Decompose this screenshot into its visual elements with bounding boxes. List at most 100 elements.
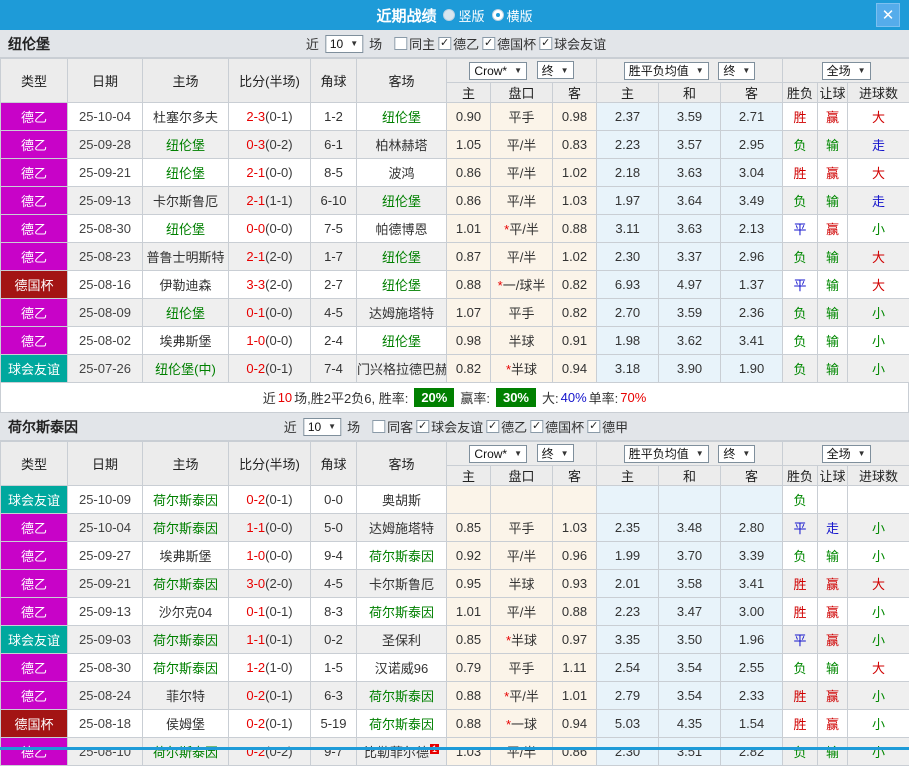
result-handicap-cell: 赢 [818,570,848,598]
avg-draw-cell: 3.59 [659,103,721,131]
close-icon: ✕ [882,6,895,24]
date-cell: 25-09-13 [68,187,143,215]
checkbox-icon: ✓ [482,37,495,50]
date-cell: 25-10-09 [68,486,143,514]
filter-checkbox-德乙[interactable]: ✓德乙 [438,34,479,53]
close-button[interactable]: ✕ [876,3,900,27]
layout-radio-horizontal[interactable]: 横版 [492,6,533,25]
avg-select-cell: 胜平负均值▼ 终▼ [597,59,783,83]
league-cell: 球会友谊 [1,626,68,654]
scope-select[interactable]: 全场▼ [822,445,871,463]
away-team-cell: 纽伦堡 [357,327,447,355]
fulltime-score: 0-3 [246,137,265,152]
result-wdl-cell: 负 [783,355,818,383]
team-name-text: 达姆施塔特 [369,306,434,321]
team-name-wrap: 荷尔斯泰因 [369,689,434,704]
avg-away-cell: 2.36 [721,299,783,327]
filter-checkbox-球会友谊[interactable]: ✓球会友谊 [539,34,606,53]
avg-select[interactable]: 胜平负均值▼ [624,62,709,80]
avg-final-select[interactable]: 终▼ [718,445,755,463]
col-header-home: 主场 [143,442,229,486]
halftime-score: (0-1) [265,492,292,507]
league-cell: 德国杯 [1,710,68,738]
away-team-cell: 达姆施塔特 [357,299,447,327]
team-name-wrap: 柏林赫塔 [375,138,427,153]
team-name-wrap: 纽伦堡 [166,306,205,321]
avg-select[interactable]: 胜平负均值▼ [624,445,709,463]
team-name-text: 荷尔斯泰因 [153,521,218,536]
select-value: 终 [723,62,735,79]
filter-checkbox-球会友谊[interactable]: ✓球会友谊 [416,417,483,436]
team-name-wrap: 荷尔斯泰因 [369,605,434,620]
handicap-cell: 平/半 [491,738,553,766]
avg-home-cell: 2.70 [597,299,659,327]
match-count-select[interactable]: 10 ▼ [325,35,363,53]
corner-cell: 8-3 [311,598,357,626]
corner-cell: 4-5 [311,570,357,598]
layout-radio-vertical[interactable]: 竖版 [443,6,484,25]
home-team-cell: 纽伦堡 [143,215,229,243]
team-name-text: 埃弗斯堡 [159,549,211,564]
select-value: 10 [330,37,343,51]
team-name-text: 纽伦堡(中) [155,362,216,377]
match-count-select[interactable]: 10▼ [303,418,341,436]
home-team-cell: 纽伦堡(中) [143,355,229,383]
score-cell: 1-0(0-0) [229,327,311,355]
avg-away-cell: 2.95 [721,131,783,159]
odds-away-cell: 1.03 [553,514,597,542]
avg-final-select[interactable]: 终▼ [718,62,755,80]
corner-cell: 1-5 [311,654,357,682]
fulltime-score: 1-2 [246,660,265,675]
odds-away-cell: 0.96 [553,542,597,570]
date-cell: 25-08-09 [68,299,143,327]
filter-checkbox-德国杯[interactable]: ✓德国杯 [482,34,536,53]
odds-final-select[interactable]: 终▼ [537,444,574,462]
dropdown-arrow-icon: ▼ [858,66,866,75]
avg-home-cell: 3.35 [597,626,659,654]
filter-suffix-label: 场 [369,34,382,53]
team-name-text: 荷尔斯泰因 [153,577,218,592]
dropdown-arrow-icon: ▼ [561,66,569,75]
filter-checkbox-同主[interactable]: 同主 [394,34,435,53]
odds-home-cell: 0.85 [447,626,491,654]
odds-source-select[interactable]: Crow*▼ [469,445,527,463]
fulltime-score: 0-2 [246,716,265,731]
avg-home-cell: 2.79 [597,682,659,710]
fulltime-score: 1-1 [246,520,265,535]
away-team-cell: 荷尔斯泰因 [357,710,447,738]
dropdown-arrow-icon: ▼ [350,39,358,48]
league-cell: 德国杯 [1,271,68,299]
team-name-wrap: 波鸿 [388,166,414,181]
checkbox-label: 德国杯 [545,417,584,436]
result-goal-cell: 大 [848,159,909,187]
filter-checkbox-德甲[interactable]: ✓德甲 [587,417,628,436]
avg-away-cell: 3.00 [721,598,783,626]
odds-away-cell: 0.94 [553,710,597,738]
league-cell: 球会友谊 [1,355,68,383]
date-cell: 25-08-18 [68,710,143,738]
sub-header-avg-home: 主 [597,466,659,486]
table-row: 德国杯25-08-18侯姆堡0-2(0-1)5-19荷尔斯泰因0.88*一球0.… [1,710,909,738]
score-cell: 0-0(0-0) [229,215,311,243]
halftime-score: (0-1) [265,109,292,124]
handicap-cell: 半球 [491,570,553,598]
result-goal-cell: 走 [848,187,909,215]
result-handicap-cell: 输 [818,243,848,271]
team-name-text: 纽伦堡 [166,138,205,153]
filter-checkbox-德乙[interactable]: ✓德乙 [486,417,527,436]
sub-header-avg-home: 主 [597,83,659,103]
select-value: Crow* [474,447,507,461]
result-handicap-cell: 赢 [818,626,848,654]
scope-select[interactable]: 全场▼ [822,62,871,80]
odds-final-select[interactable]: 终▼ [537,61,574,79]
odds-home-cell: 0.88 [447,682,491,710]
filter-checkbox-同客[interactable]: 同客 [372,417,413,436]
odds-source-select[interactable]: Crow*▼ [469,62,527,80]
avg-away-cell: 2.71 [721,103,783,131]
odds-away-cell: 0.98 [553,103,597,131]
home-team-cell: 埃弗斯堡 [143,327,229,355]
team-name-wrap: 沙尔克04 [159,605,212,620]
avg-away-cell: 3.49 [721,187,783,215]
league-cell: 德乙 [1,514,68,542]
filter-checkbox-德国杯[interactable]: ✓德国杯 [530,417,584,436]
